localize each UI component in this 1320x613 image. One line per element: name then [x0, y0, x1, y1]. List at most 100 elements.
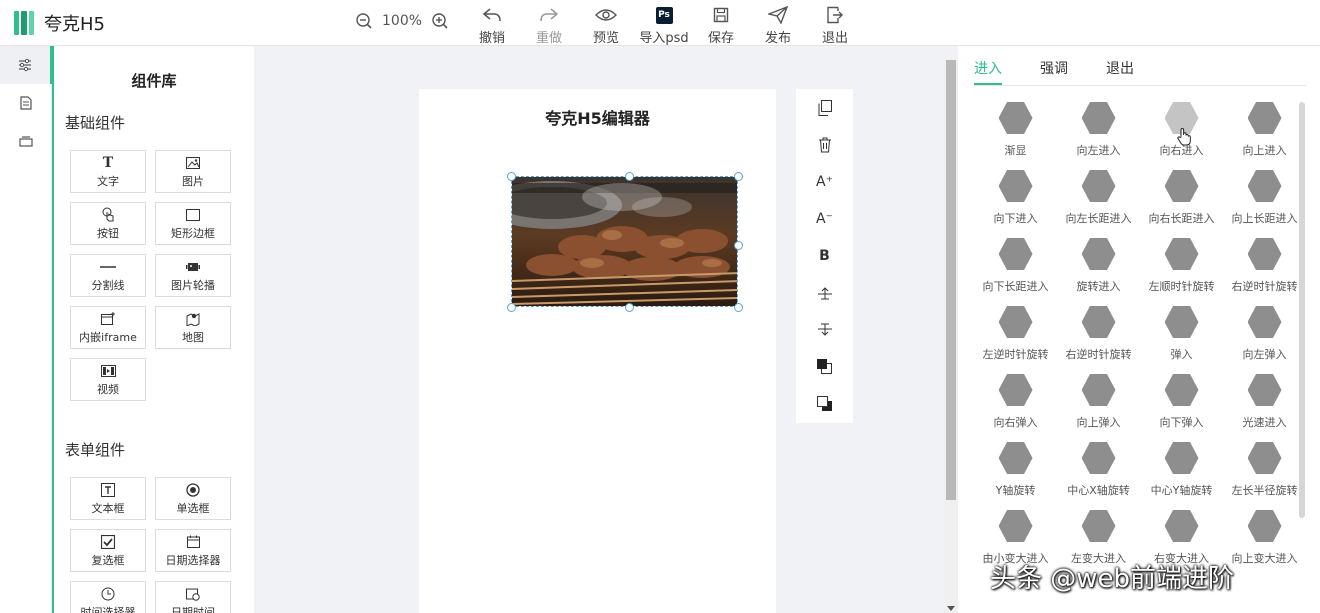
component-image[interactable]: 图片 — [155, 150, 231, 193]
text-icon: T — [102, 154, 114, 171]
align-top-icon — [817, 286, 832, 299]
bold-button[interactable]: B — [796, 237, 853, 274]
undo-button[interactable]: 撤销 — [464, 6, 520, 46]
resize-handle-nw[interactable] — [507, 172, 516, 181]
animation-item[interactable]: 中心Y轴旋转 — [1140, 442, 1223, 502]
animation-label: 向上长距进入 — [1231, 212, 1298, 225]
component-date-picker[interactable]: 日期选择器 — [155, 529, 231, 572]
component-label: 内嵌iframe — [79, 330, 137, 344]
resize-handle-n[interactable] — [625, 172, 634, 181]
paper-plane-icon — [768, 6, 788, 24]
animation-item[interactable]: 向左长距进入 — [1057, 170, 1140, 230]
copy-button[interactable] — [796, 89, 853, 126]
animation-item[interactable]: 左顺时针旋转 — [1140, 238, 1223, 298]
animation-item[interactable]: 向下长距进入 — [974, 238, 1057, 298]
resize-handle-sw[interactable] — [507, 303, 516, 312]
component-label: 图片 — [182, 174, 204, 188]
animation-grid: 渐显 向左进入 向右进入 向上进入 向下进入 向左长距进入 向右长距进入 向上长距进入 向下长距… — [974, 102, 1306, 570]
photoshop-icon: Ps — [655, 6, 673, 24]
component-map[interactable]: 地图 — [155, 306, 231, 349]
component-divider[interactable]: 分割线 — [70, 254, 146, 297]
exit-button[interactable]: 退出 — [807, 6, 863, 46]
animation-item[interactable]: 向右弹入 — [974, 374, 1057, 434]
line-height-down-button[interactable] — [796, 311, 853, 348]
animation-item[interactable]: 右逆时针旋转 — [1057, 306, 1140, 366]
animation-item[interactable]: 向左进入 — [1057, 102, 1140, 162]
redo-button[interactable]: 重做 — [521, 6, 577, 46]
animation-item[interactable]: 向下弹入 — [1140, 374, 1223, 434]
save-button[interactable]: 保存 — [693, 6, 749, 46]
animation-scrollbar[interactable] — [1299, 102, 1305, 518]
animation-label: 向下长距进入 — [982, 280, 1049, 293]
rail-components[interactable] — [0, 46, 52, 84]
component-iframe[interactable]: 内嵌iframe — [70, 306, 146, 349]
canvas-scrollbar[interactable] — [944, 58, 958, 613]
component-label: 时间选择器 — [80, 605, 136, 613]
animation-item[interactable]: 向上进入 — [1223, 102, 1306, 162]
animation-label: 渐显 — [1004, 144, 1027, 157]
component-label: 按钮 — [97, 226, 119, 240]
hand-cursor-icon — [1177, 127, 1191, 150]
resize-handle-ne[interactable] — [734, 172, 743, 181]
animation-label: 向右弹入 — [993, 416, 1038, 429]
animation-item[interactable]: 旋转进入 — [1057, 238, 1140, 298]
component-datetime[interactable]: 日期时间 — [155, 581, 231, 613]
bring-forward-button[interactable] — [796, 348, 853, 385]
tab-enter[interactable]: 进入 — [974, 58, 1002, 85]
resize-handle-s[interactable] — [625, 303, 634, 312]
tab-exit[interactable]: 退出 — [1106, 58, 1134, 85]
component-carousel[interactable]: 图片轮播 — [155, 254, 231, 297]
resize-handle-e[interactable] — [734, 241, 743, 250]
animation-item[interactable]: 左长半径旋转 — [1223, 442, 1306, 502]
animation-item[interactable]: 右逆时针旋转 — [1223, 238, 1306, 298]
save-label: 保存 — [707, 31, 734, 46]
rail-layers[interactable] — [0, 122, 52, 160]
animation-item[interactable]: 左逆时针旋转 — [974, 306, 1057, 366]
animation-item[interactable]: 渐显 — [974, 102, 1057, 162]
import-psd-button[interactable]: Ps 导入psd — [636, 6, 692, 46]
save-icon — [713, 7, 729, 23]
rail-pages[interactable] — [0, 84, 52, 122]
animation-item[interactable]: 弹入 — [1140, 306, 1223, 366]
component-radio[interactable]: 单选框 — [155, 477, 231, 520]
zoom-in-icon — [432, 13, 448, 29]
send-backward-button[interactable] — [796, 385, 853, 422]
zoom-out-button[interactable] — [354, 11, 374, 31]
hexagon-icon — [1247, 510, 1282, 542]
component-textbox[interactable]: 文本框 — [70, 477, 146, 520]
component-rect-border[interactable]: 矩形边框 — [155, 202, 231, 245]
scrollbar-thumb[interactable] — [946, 60, 956, 500]
animation-item[interactable]: 向左弹入 — [1223, 306, 1306, 366]
animation-item[interactable]: 向上弹入 — [1057, 374, 1140, 434]
animation-label: 向左长距进入 — [1065, 212, 1132, 225]
animation-item[interactable]: 向右长距进入 — [1140, 170, 1223, 230]
zoom-in-button[interactable] — [430, 11, 450, 31]
animation-item[interactable]: 向下进入 — [974, 170, 1057, 230]
component-text[interactable]: T 文字 — [70, 150, 146, 193]
delete-button[interactable] — [796, 126, 853, 163]
component-time-picker[interactable]: 时间选择器 — [70, 581, 146, 613]
animation-item[interactable]: 向上长距进入 — [1223, 170, 1306, 230]
animation-item[interactable]: Y轴旋转 — [974, 442, 1057, 502]
animation-item[interactable]: 中心X轴旋转 — [1057, 442, 1140, 502]
line-height-up-button[interactable] — [796, 274, 853, 311]
component-video[interactable]: 视频 — [70, 358, 146, 401]
rectangle-icon — [186, 208, 200, 221]
tab-emphasis[interactable]: 强调 — [1040, 58, 1068, 85]
editor-canvas[interactable]: 夸克H5编辑器 — [419, 89, 776, 613]
font-increase-button[interactable]: A⁺ — [796, 163, 853, 200]
animation-item[interactable]: 光速进入 — [1223, 374, 1306, 434]
video-icon — [100, 364, 116, 377]
font-decrease-icon: A⁻ — [816, 210, 833, 227]
preview-button[interactable]: 预览 — [578, 6, 634, 46]
zoom-out-icon — [356, 13, 372, 29]
selected-image-element[interactable] — [511, 176, 738, 307]
component-button[interactable]: 按钮 — [70, 202, 146, 245]
component-checkbox[interactable]: 复选框 — [70, 529, 146, 572]
resize-handle-se[interactable] — [734, 303, 743, 312]
scroll-down-icon[interactable] — [947, 606, 955, 611]
publish-button[interactable]: 发布 — [750, 6, 806, 46]
font-decrease-button[interactable]: A⁻ — [796, 200, 853, 237]
animation-label: 向上进入 — [1242, 144, 1287, 157]
animation-item[interactable]: 向上变大进入 — [1223, 510, 1306, 570]
